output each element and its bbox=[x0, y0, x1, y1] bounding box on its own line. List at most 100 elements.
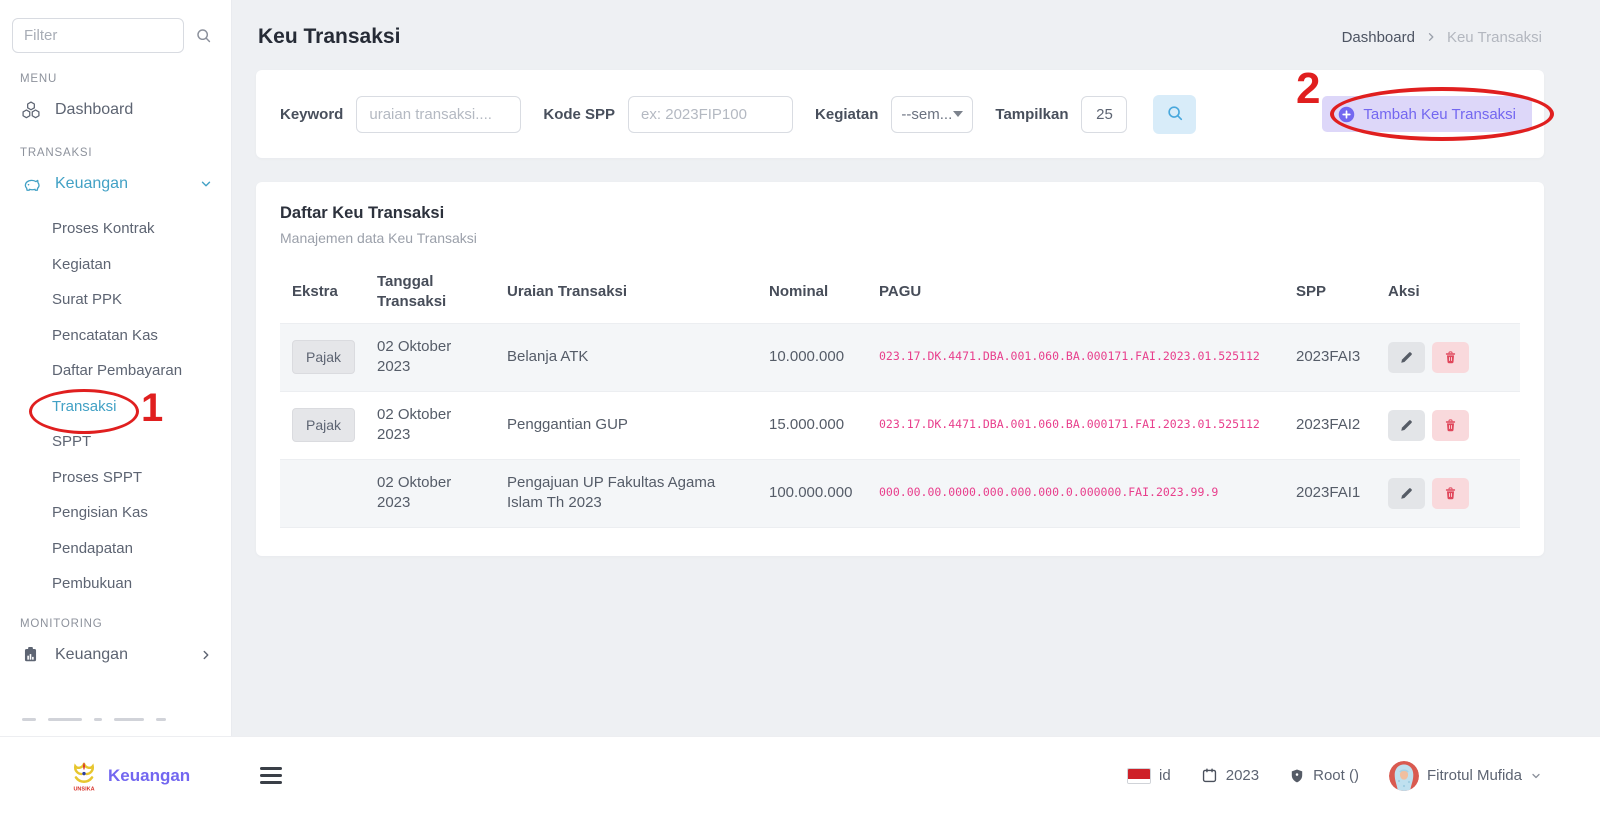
pajak-badge: Pajak bbox=[292, 340, 355, 375]
table-body: Pajak02 Oktober 2023Belanja ATK10.000.00… bbox=[280, 323, 1520, 527]
chevron-right-icon bbox=[1425, 31, 1437, 43]
kegiatan-select[interactable]: --sem... bbox=[891, 96, 973, 133]
col-ekstra: Ekstra bbox=[280, 272, 365, 312]
search-button[interactable] bbox=[1153, 95, 1196, 134]
table-row: Pajak02 Oktober 2023Penggantian GUP15.00… bbox=[280, 391, 1520, 459]
sidebar-subitem-transaksi[interactable]: Transaksi bbox=[0, 389, 231, 425]
filter-card: Keyword Kode SPP Kegiatan --sem... Tampi… bbox=[256, 70, 1544, 158]
keyword-label: Keyword bbox=[280, 106, 343, 123]
tambah-keu-transaksi-button[interactable]: Tambah Keu Transaksi bbox=[1322, 96, 1532, 132]
svg-text:UNSIKA: UNSIKA bbox=[73, 786, 94, 792]
delete-button[interactable] bbox=[1432, 342, 1469, 373]
breadcrumb-dashboard[interactable]: Dashboard bbox=[1342, 29, 1415, 46]
sidebar-subitem-kegiatan[interactable]: Kegiatan bbox=[0, 247, 231, 283]
sidebar-subitem-proses-sppt[interactable]: Proses SPPT bbox=[0, 460, 231, 496]
table-header-row: Ekstra Tanggal Transaksi Uraian Transaks… bbox=[280, 262, 1520, 323]
kegiatan-label: Kegiatan bbox=[815, 106, 878, 123]
language-switcher[interactable]: id bbox=[1127, 767, 1171, 784]
user-name: Fitrotul Mufida bbox=[1427, 767, 1522, 784]
search-icon bbox=[1166, 104, 1184, 125]
sidebar-subitem-daftar-pembayaran[interactable]: Daftar Pembayaran bbox=[0, 353, 231, 389]
pencil-icon bbox=[1399, 418, 1414, 433]
sidebar-section-menu: MENU bbox=[20, 73, 231, 85]
table-card: Daftar Keu Transaksi Manajemen data Keu … bbox=[256, 182, 1544, 556]
cell-spp: 2023FAI2 bbox=[1284, 405, 1376, 445]
chevron-right-icon bbox=[199, 648, 213, 662]
delete-button[interactable] bbox=[1432, 478, 1469, 509]
language-label: id bbox=[1159, 767, 1171, 784]
col-aksi: Aksi bbox=[1376, 272, 1520, 312]
sidebar-subitem-pendapatan[interactable]: Pendapatan bbox=[0, 531, 231, 567]
avatar bbox=[1389, 761, 1419, 791]
sidebar-item-label: Keuangan bbox=[55, 175, 128, 193]
chevron-down-icon bbox=[199, 177, 213, 191]
sidebar-filter-input[interactable] bbox=[12, 18, 184, 53]
sidebar-subitem-pencatatan-kas[interactable]: Pencatatan Kas bbox=[0, 318, 231, 354]
brand-name: Keuangan bbox=[108, 766, 190, 786]
sidebar-item-label: Keuangan bbox=[55, 646, 128, 664]
sidebar-subitem-pembukuan[interactable]: Pembukuan bbox=[0, 566, 231, 602]
role-selector[interactable]: Root () bbox=[1289, 767, 1359, 784]
keyword-input[interactable] bbox=[356, 96, 521, 133]
menu-toggle-icon[interactable] bbox=[260, 767, 282, 783]
edit-button[interactable] bbox=[1388, 342, 1425, 373]
sidebar-subitem-sppt[interactable]: SPPT bbox=[0, 424, 231, 460]
sidebar-subitem-proses-kontrak[interactable]: Proses Kontrak bbox=[0, 211, 231, 247]
trash-icon bbox=[1443, 418, 1458, 433]
indonesia-flag-icon bbox=[1127, 768, 1151, 784]
breadcrumb: Dashboard Keu Transaksi bbox=[1342, 29, 1542, 46]
cell-tanggal: 02 Oktober 2023 bbox=[365, 463, 495, 524]
unsika-logo: UNSIKA bbox=[68, 759, 100, 793]
kegiatan-selected-value: --sem... bbox=[901, 106, 952, 123]
cell-tanggal: 02 Oktober 2023 bbox=[365, 395, 495, 456]
col-nominal: Nominal bbox=[757, 272, 867, 312]
pencil-icon bbox=[1399, 350, 1414, 365]
cell-spp: 2023FAI3 bbox=[1284, 337, 1376, 377]
page-title: Keu Transaksi bbox=[258, 25, 400, 49]
kode-spp-input[interactable] bbox=[628, 96, 793, 133]
boxes-icon bbox=[21, 100, 42, 120]
tambah-button-label: Tambah Keu Transaksi bbox=[1363, 106, 1516, 123]
sidebar-item-monitoring-keuangan[interactable]: Keuangan bbox=[0, 634, 231, 676]
table-row: Pajak 02 Oktober 2023Belanja ATK10.000.00… bbox=[280, 323, 1520, 391]
brand[interactable]: UNSIKA Keuangan bbox=[68, 759, 190, 793]
footer-bar: UNSIKA Keuangan id 2023 Root () bbox=[0, 736, 1600, 814]
cell-aksi bbox=[1376, 468, 1520, 519]
user-menu[interactable]: Fitrotul Mufida bbox=[1389, 761, 1542, 791]
cell-ekstra bbox=[280, 483, 365, 503]
sidebar-item-dashboard[interactable]: Dashboard bbox=[0, 89, 231, 131]
keuangan-submenu: Proses KontrakKegiatanSurat PPKPencatata… bbox=[0, 211, 231, 602]
pencil-icon bbox=[1399, 486, 1414, 501]
delete-button[interactable] bbox=[1432, 410, 1469, 441]
sidebar-faded-item bbox=[22, 716, 213, 722]
shield-icon bbox=[1289, 768, 1305, 784]
plus-circle-icon bbox=[1338, 106, 1355, 123]
role-label: Root () bbox=[1313, 767, 1359, 784]
year-selector[interactable]: 2023 bbox=[1201, 767, 1259, 784]
cell-aksi bbox=[1376, 332, 1520, 383]
tampilkan-input[interactable] bbox=[1081, 96, 1127, 133]
search-icon[interactable] bbox=[195, 27, 212, 44]
trash-icon bbox=[1443, 486, 1458, 501]
col-tanggal: Tanggal Transaksi bbox=[365, 262, 495, 323]
table-row: 02 Oktober 2023Pengajuan UP Fakultas Aga… bbox=[280, 459, 1520, 527]
edit-button[interactable] bbox=[1388, 478, 1425, 509]
cell-nominal: 10.000.000 bbox=[757, 337, 867, 377]
clipboard-chart-icon bbox=[21, 645, 42, 664]
pajak-badge: Pajak bbox=[292, 408, 355, 443]
col-spp: SPP bbox=[1284, 272, 1376, 312]
cell-uraian: Pengajuan UP Fakultas Agama Islam Th 202… bbox=[495, 463, 757, 524]
cell-nominal: 15.000.000 bbox=[757, 405, 867, 445]
table-title: Daftar Keu Transaksi bbox=[280, 204, 1520, 223]
breadcrumb-current: Keu Transaksi bbox=[1447, 29, 1542, 46]
sidebar-subitem-surat-ppk[interactable]: Surat PPK bbox=[0, 282, 231, 318]
sidebar-item-keuangan[interactable]: Keuangan bbox=[0, 163, 231, 205]
edit-button[interactable] bbox=[1388, 410, 1425, 441]
sidebar-subitem-pengisian-kas[interactable]: Pengisian Kas bbox=[0, 495, 231, 531]
caret-down-icon bbox=[953, 111, 963, 117]
cell-tanggal: 02 Oktober 2023 bbox=[365, 327, 495, 388]
sidebar-item-label: Dashboard bbox=[55, 101, 133, 119]
cell-pagu: 023.17.DK.4471.DBA.001.060.BA.000171.FAI… bbox=[867, 407, 1284, 443]
transactions-table: Ekstra Tanggal Transaksi Uraian Transaks… bbox=[280, 262, 1520, 528]
cell-uraian: Belanja ATK bbox=[495, 337, 757, 377]
